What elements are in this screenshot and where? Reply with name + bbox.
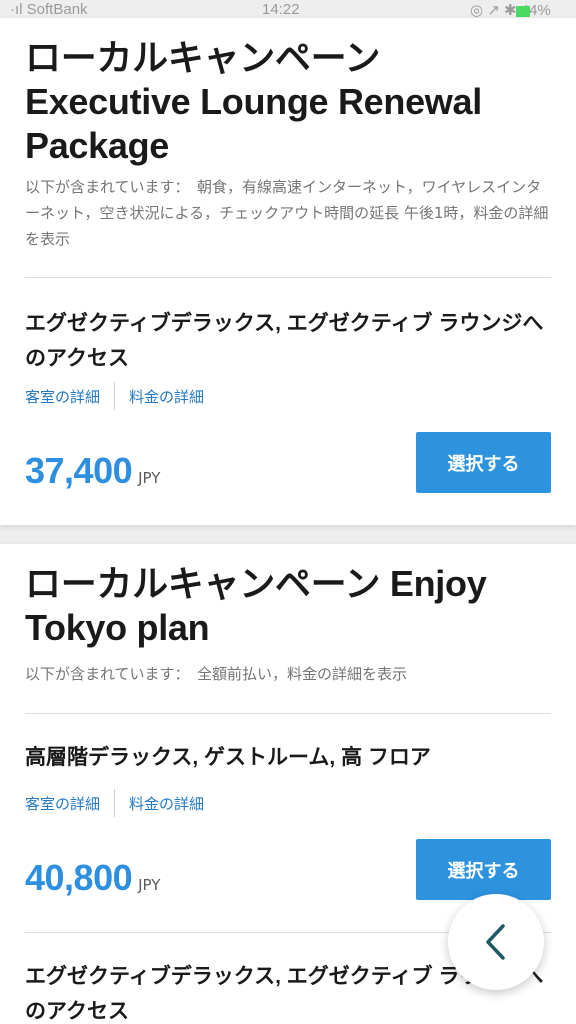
- divider: [25, 713, 551, 714]
- battery-icon: [516, 6, 530, 17]
- room-links: 客室の詳細 料金の詳細: [25, 789, 204, 817]
- plan-title: ローカルキャンペーン Executive Lounge Renewal Pack…: [25, 37, 482, 166]
- page: ·ıl SoftBank 14:22 ◎ ↗ ✱ 44% ローカルキャンペーン …: [0, 0, 576, 1024]
- room-price: 40,800 JPY: [25, 857, 160, 899]
- price-currency: JPY: [138, 876, 161, 894]
- rate-details-link[interactable]: 料金の詳細: [129, 386, 204, 407]
- plan-title: ローカルキャンペーン Enjoy Tokyo plan: [25, 563, 487, 648]
- price-currency: JPY: [138, 469, 161, 487]
- plan-card: ローカルキャンペーン Executive Lounge Renewal Pack…: [0, 18, 576, 525]
- divider: [25, 277, 551, 278]
- plan-description: 以下が含まれています： 全額前払い，料金の詳細を表示: [25, 665, 408, 683]
- price-amount: 37,400: [25, 450, 133, 491]
- link-separator: [114, 789, 116, 817]
- chevron-left-icon: [486, 924, 505, 960]
- select-button[interactable]: 選択する: [416, 432, 551, 493]
- room-name: エグゼクティブデラックス, エグゼクティブ ラウンジへのアクセス: [25, 312, 544, 370]
- room-details-link[interactable]: 客室の詳細: [25, 386, 100, 407]
- room-links: 客室の詳細 料金の詳細: [25, 382, 204, 410]
- rate-details-link[interactable]: 料金の詳細: [129, 793, 204, 814]
- plan-description: 以下が含まれています： 朝食，有線高速インターネット，ワイヤレスインターネット，…: [25, 178, 549, 248]
- room-details-link[interactable]: 客室の詳細: [25, 793, 100, 814]
- room-price: 37,400 JPY: [25, 450, 160, 492]
- battery-label: ◎ ↗ ✱ 44%: [470, 2, 551, 19]
- status-bar: ·ıl SoftBank 14:22 ◎ ↗ ✱ 44%: [0, 0, 576, 20]
- room-name: 高層階デラックス, ゲストルーム, 高 フロア: [25, 746, 431, 769]
- select-button[interactable]: 選択する: [416, 839, 551, 900]
- clock: 14:22: [262, 1, 300, 18]
- back-button[interactable]: [448, 894, 544, 990]
- price-amount: 40,800: [25, 857, 133, 898]
- carrier-label: ·ıl SoftBank: [10, 1, 88, 18]
- link-separator: [114, 382, 116, 410]
